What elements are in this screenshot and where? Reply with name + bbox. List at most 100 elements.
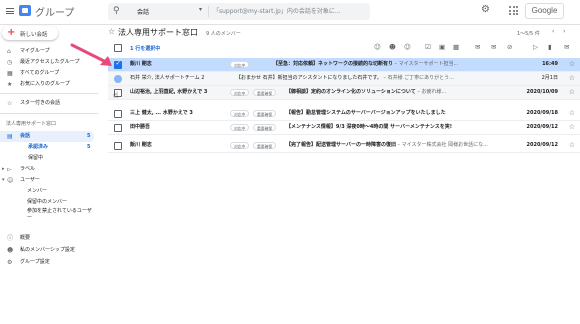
people-icon: ☺: [7, 177, 14, 184]
chevron-down-icon[interactable]: ▾: [199, 6, 202, 13]
sidebar-item-pending[interactable]: 保留中: [0, 153, 98, 164]
chat-icon: ▤: [7, 133, 13, 140]
sidebar-item-label: マイグループ: [20, 48, 50, 54]
sidebar-divider: [0, 113, 98, 114]
sidebar-item-group-settings[interactable]: ⚙ グループ設定: [0, 257, 98, 268]
unread-count-badge: 5: [87, 133, 91, 139]
sidebar-item-approved[interactable]: 承認済み 5: [0, 142, 98, 153]
sidebar-item-all-groups[interactable]: ▦ すべてのグループ: [0, 68, 98, 79]
preview-text: – マイスターサポート担当...: [393, 61, 459, 67]
sidebar-item-label: お気に入りのグループ: [20, 81, 70, 87]
next-page-icon[interactable]: ›: [563, 28, 565, 35]
favorite-star-icon[interactable]: ☆: [108, 27, 115, 36]
conversation-row[interactable]: 飯川 剛志 対応中 重要確保 【完了報告】配送管理サーバーの一時障害の復旧 – …: [108, 139, 580, 153]
sidebar-item-pending-members[interactable]: 保留中のメンバー: [0, 197, 98, 208]
search-input[interactable]: [213, 5, 363, 18]
sidebar-item-label: ユーザー: [20, 177, 40, 183]
assign-icon[interactable]: ☺: [374, 43, 381, 51]
mark-unread-icon[interactable]: ✉: [475, 43, 480, 51]
grid-icon: ▦: [7, 70, 13, 77]
priority-badge[interactable]: 重要確保: [253, 124, 277, 131]
move-icon[interactable]: ✉: [564, 43, 569, 51]
label-tag-icon[interactable]: ▷: [533, 43, 538, 51]
sidebar-item-label: 承認済み: [28, 144, 49, 150]
conversation-row[interactable]: 田中勝吾 対応中 重要確保 【メンテナンス情報】9/3 深夜0時～4時の間 サー…: [108, 121, 580, 135]
member-count[interactable]: 9 人のメンバー: [206, 30, 241, 37]
sidebar-item-label: グループ設定: [20, 259, 50, 265]
priority-badge[interactable]: 重要確保: [253, 142, 277, 149]
row-checkbox[interactable]: [114, 124, 122, 132]
sidebar-item-starred[interactable]: ☆ スター付きの会話: [0, 98, 98, 109]
apps-grid-icon[interactable]: [509, 6, 518, 15]
sidebar-item-membership-settings[interactable]: ☻ 私のメンバーシップ設定: [0, 245, 98, 256]
status-badge[interactable]: 対応中: [230, 124, 250, 131]
row-date: 16:49: [542, 61, 558, 67]
star-icon[interactable]: ☆: [569, 107, 575, 120]
sidebar-item-labels[interactable]: ▸ ▻ ラベル: [0, 164, 98, 175]
row-sender: 飯川 剛志: [130, 142, 152, 148]
search-box[interactable]: ⚲ 会話 ▾: [108, 3, 370, 20]
appbar-divider: [0, 24, 580, 25]
row-checkbox[interactable]: [114, 110, 122, 118]
home-icon: ⌂: [7, 48, 11, 55]
sidebar-item-users[interactable]: ▾ ☺ ユーザー: [0, 175, 98, 186]
subject-text: 【報告】勤怠管理システムのサーバーバージョンアップをいたしました: [286, 110, 446, 116]
google-account-button[interactable]: Google: [525, 3, 564, 19]
priority-badge[interactable]: 重要確保: [253, 89, 277, 96]
sidebar-item-banned-users[interactable]: 参加を禁止されているユーザー: [0, 208, 98, 222]
priority-badge[interactable]: 重要確保: [253, 110, 277, 117]
status-badge[interactable]: 対応中: [230, 110, 250, 117]
subject-text: 【御相談】定約のオンライン化のソリューションについて: [286, 89, 416, 95]
search-scope-select[interactable]: 会話: [137, 7, 149, 16]
sidebar-item-about[interactable]: ⓘ 概要: [0, 233, 98, 244]
conversation-row[interactable]: 山辺裕治, 上羽直紀, 水野かえで 3 対応中 重要確保 【御相談】定約のオンラ…: [108, 86, 580, 100]
caret-right-icon[interactable]: ▸: [2, 164, 5, 175]
new-conversation-label: 新しい会話: [20, 32, 48, 38]
sidebar-item-label: 保留中: [28, 155, 44, 161]
mark-complete-icon[interactable]: ☑: [425, 43, 431, 51]
status-badge[interactable]: 対応中: [230, 61, 250, 68]
star-icon[interactable]: ☆: [569, 86, 575, 99]
star-icon[interactable]: ☆: [569, 121, 575, 134]
row-date: 2020/09/12: [526, 124, 558, 130]
delete-icon[interactable]: ▮: [548, 43, 552, 51]
row-subject: 【至急：対応依頼】ネットワークの接続的な切断有り – マイスターサポート担当..…: [273, 58, 528, 71]
sidebar-item-label: すべてのグループ: [20, 70, 60, 76]
duplicate-icon[interactable]: ▣: [439, 43, 445, 51]
assign-to-me-icon[interactable]: ☻: [389, 43, 396, 51]
row-checkbox[interactable]: [114, 142, 122, 150]
row-sender: 三上 健太, ... 水野かえで 3: [130, 110, 193, 116]
row-sender: 飯川 剛志: [130, 61, 152, 67]
app-bar: グループ ⚲ 会話 ▾ ⚙ Google: [0, 0, 580, 24]
star-folder-icon: ★: [7, 81, 13, 88]
sidebar-item-conversations[interactable]: ▤ 会話 5: [0, 131, 94, 142]
new-conversation-button[interactable]: + 新しい会話: [2, 26, 58, 40]
mark-read-icon[interactable]: ✉: [491, 43, 496, 51]
conversation-row[interactable]: 三上 健太, ... 水野かえで 3 対応中 重要確保 【報告】勤怠管理システム…: [108, 107, 580, 121]
star-icon[interactable]: ☆: [569, 72, 575, 85]
sidebar-item-favorite-groups[interactable]: ★ お気に入りのグループ: [0, 79, 98, 90]
star-icon[interactable]: ☆: [569, 139, 575, 152]
settings-gear-icon[interactable]: ⚙: [481, 4, 490, 15]
star-icon[interactable]: ☆: [569, 58, 575, 71]
row-subject: 【完了報告】配送管理サーバーの一時障害の復旧 – マイスター株式会社 岡様お世話…: [286, 139, 528, 152]
sidebar-item-members[interactable]: メンバー: [0, 186, 98, 197]
row-subject: 【報告】勤怠管理システムのサーバーバージョンアップをいたしました: [286, 107, 528, 120]
caret-down-icon[interactable]: ▾: [2, 175, 5, 186]
status-badge[interactable]: 対応中: [230, 142, 250, 149]
prev-page-icon[interactable]: ‹: [552, 28, 554, 35]
row-date: 2月1日: [541, 75, 558, 81]
add-person-icon[interactable]: ☺: [404, 43, 411, 51]
subject-text: 【メンテナンス情報】9/3 深夜0時～4時の間 サーバーメンテナンスを実!: [286, 124, 453, 130]
archive-icon[interactable]: ▩: [453, 43, 459, 51]
page-title: 法人専用サポート窓口: [118, 28, 198, 37]
search-icon[interactable]: ⚲: [113, 6, 120, 16]
status-badge[interactable]: 対応中: [230, 89, 250, 96]
sidebar-item-label: 概要: [20, 235, 31, 241]
star-icon: ☆: [7, 100, 13, 107]
menu-icon[interactable]: [6, 8, 14, 14]
conversation-row[interactable]: 飯川 剛志 対応中 【至急：対応依頼】ネットワークの接続的な切断有り – マイス…: [108, 57, 580, 72]
block-icon[interactable]: ⊘: [507, 43, 512, 51]
row-subject: 【おまかせ 石井】新担当のアシスタントになりました石井です。 – 石井様 ご丁寧…: [236, 72, 528, 85]
conversation-row[interactable]: 石井 栄介, 法人サポートチーム 2 【おまかせ 石井】新担当のアシスタントにな…: [108, 72, 580, 86]
